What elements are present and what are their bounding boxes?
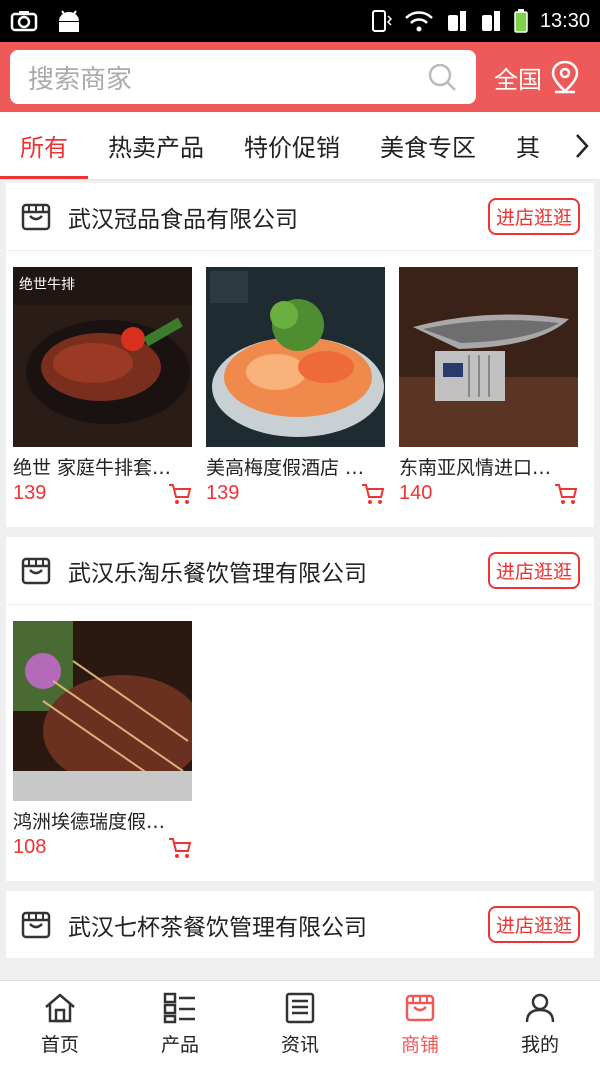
product-price: 140 (399, 482, 433, 504)
product-name: 东南亚风情进口… (399, 457, 552, 479)
tab-other[interactable]: 其 (496, 112, 560, 179)
shop-icon (21, 557, 51, 584)
cart-icon[interactable] (168, 483, 192, 505)
steak-brand-overlay: 绝世牛排 (19, 277, 75, 293)
store-header: 武汉冠品食品有限公司 进店逛逛 (6, 183, 594, 251)
vibrate-icon (371, 10, 392, 32)
region-label: 全国 (494, 65, 542, 94)
store-card: 武汉七杯茶餐饮管理有限公司 进店逛逛 (6, 891, 594, 959)
bottom-nav: 首页 产品 资讯 商铺 我的 (0, 980, 600, 1067)
product-name: 绝世 家庭牛排套… (13, 457, 172, 479)
nav-stores-label: 商铺 (400, 1033, 439, 1056)
store-icon (405, 994, 435, 1021)
cart-icon[interactable] (168, 837, 192, 859)
search-placeholder: 搜索商家 (28, 64, 133, 95)
screenshot-icon (10, 11, 38, 32)
region-selector[interactable]: 全国 (494, 60, 580, 95)
status-bar: 13:30 (0, 0, 600, 42)
store-card: 武汉冠品食品有限公司 进店逛逛 绝世牛排 绝世 家庭牛排套… 139 美高梅度假… (6, 183, 594, 527)
nav-news-label: 资讯 (280, 1033, 319, 1056)
nav-stores[interactable]: 商铺 (360, 981, 480, 1067)
search-icon[interactable] (426, 61, 458, 93)
store-name: 武汉七杯茶餐饮管理有限公司 (68, 914, 367, 941)
store-card: 武汉乐淘乐餐饮管理有限公司 进店逛逛 鸿洲埃德瑞度假… 108 (6, 537, 594, 881)
store-name: 武汉乐淘乐餐饮管理有限公司 (68, 560, 367, 587)
product-name: 美高梅度假酒店 … (206, 457, 365, 479)
store-header: 武汉七杯茶餐饮管理有限公司 进店逛逛 (6, 891, 594, 959)
home-icon (45, 992, 75, 1022)
product-card[interactable]: 绝世牛排 绝世 家庭牛排套… 139 (13, 267, 192, 505)
products-icon (163, 992, 195, 1023)
product-price: 139 (206, 482, 240, 504)
product-price: 139 (13, 482, 47, 504)
tab-all[interactable]: 所有 (0, 112, 88, 179)
cart-icon[interactable] (554, 483, 578, 505)
product-price: 108 (13, 836, 47, 858)
nav-news[interactable]: 资讯 (240, 981, 360, 1067)
visit-store-button[interactable]: 进店逛逛 (487, 552, 580, 589)
search-input[interactable]: 搜索商家 (10, 50, 476, 104)
sim1-signal-icon (447, 11, 466, 31)
header: 搜索商家 全国 (0, 42, 600, 112)
status-time: 13:30 (539, 9, 590, 32)
wifi-icon (405, 11, 433, 32)
visit-store-button[interactable]: 进店逛逛 (487, 198, 580, 235)
store-list: 武汉冠品食品有限公司 进店逛逛 绝世牛排 绝世 家庭牛排套… 139 美高梅度假… (0, 183, 600, 980)
chevron-right-icon (576, 134, 589, 158)
nav-home-label: 首页 (40, 1033, 79, 1056)
product-card[interactable]: 东南亚风情进口… 140 (399, 267, 578, 505)
shop-icon (21, 203, 51, 230)
battery-icon (514, 9, 528, 33)
tab-hot-products[interactable]: 热卖产品 (88, 112, 224, 179)
cart-icon[interactable] (361, 483, 385, 505)
tab-special-offers[interactable]: 特价促销 (224, 112, 360, 179)
store-header: 武汉乐淘乐餐饮管理有限公司 进店逛逛 (6, 537, 594, 605)
store-name: 武汉冠品食品有限公司 (68, 206, 298, 233)
android-icon (59, 10, 79, 32)
nav-profile-label: 我的 (520, 1033, 559, 1056)
nav-products[interactable]: 产品 (120, 981, 240, 1067)
seafood-image[interactable] (206, 267, 385, 447)
steak-image[interactable]: 绝世牛排 (13, 267, 192, 447)
nav-profile[interactable]: 我的 (480, 981, 600, 1067)
nav-home[interactable]: 首页 (0, 981, 120, 1067)
product-grid: 鸿洲埃德瑞度假… 108 (6, 605, 594, 881)
product-name: 鸿洲埃德瑞度假… (13, 811, 166, 833)
product-card[interactable]: 美高梅度假酒店 … 139 (206, 267, 385, 505)
skewers-image[interactable] (13, 621, 192, 801)
category-tabs: 所有 热卖产品 特价促销 美食专区 其 (0, 112, 600, 180)
location-pin-icon (551, 60, 579, 94)
tab-food-zone[interactable]: 美食专区 (360, 112, 496, 179)
tabs-scroll-right[interactable] (564, 112, 600, 179)
profile-icon (525, 993, 555, 1022)
product-card[interactable]: 鸿洲埃德瑞度假… 108 (13, 621, 192, 859)
product-grid: 绝世牛排 绝世 家庭牛排套… 139 美高梅度假酒店 … 139 东南亚风情进口… (6, 251, 594, 527)
news-icon (285, 992, 315, 1023)
visit-store-button[interactable]: 进店逛逛 (487, 906, 580, 943)
nav-products-label: 产品 (160, 1033, 199, 1056)
grill-pan-image[interactable] (399, 267, 578, 447)
shop-icon (21, 911, 51, 938)
sim2-signal-icon (481, 11, 500, 31)
